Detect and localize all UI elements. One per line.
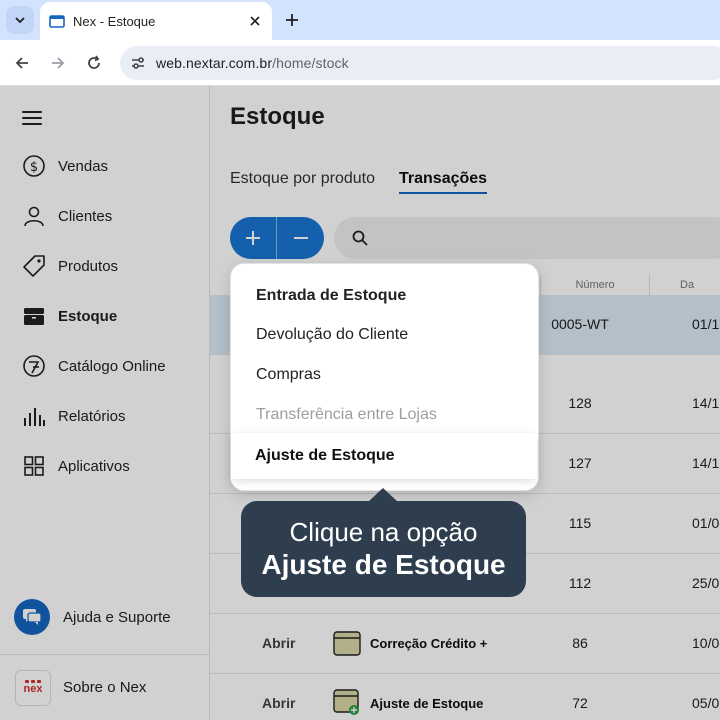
back-button[interactable]	[10, 51, 34, 75]
reload-button[interactable]	[82, 51, 106, 75]
address-bar[interactable]: web.nextar.com.br/home/stock	[120, 46, 720, 80]
tab-title: Nex - Estoque	[73, 13, 156, 29]
browser-tab[interactable]: Nex - Estoque	[40, 2, 272, 40]
forward-button[interactable]	[46, 51, 70, 75]
arrow-right-icon	[52, 57, 65, 69]
menu-item-devolucao[interactable]: Devolução do Cliente	[231, 315, 538, 355]
close-icon[interactable]	[244, 10, 266, 32]
menu-item-compras[interactable]: Compras	[231, 355, 538, 395]
nex-favicon-icon	[49, 14, 65, 28]
arrow-left-icon	[15, 57, 28, 69]
tooltip-arrow	[368, 488, 398, 502]
tooltip-line-2: Ajuste de Estoque	[261, 549, 506, 580]
browser-toolbar: web.nextar.com.br/home/stock	[0, 40, 720, 86]
tune-icon[interactable]	[128, 53, 148, 73]
chevron-down-icon	[15, 17, 25, 24]
reload-icon	[88, 55, 100, 69]
browser-tab-bar: Nex - Estoque	[0, 0, 720, 40]
tab-search-button[interactable]	[6, 6, 34, 34]
plus-icon	[286, 14, 298, 26]
menu-item-ajuste-de-estoque[interactable]: Ajuste de Estoque	[233, 435, 535, 477]
menu-item-transferencia: Transferência entre Lojas	[256, 406, 437, 423]
new-tab-button[interactable]	[280, 8, 304, 32]
url-path: /home/stock	[272, 55, 349, 71]
menu-header: Entrada de Estoque	[256, 287, 407, 304]
url-text: web.nextar.com.br/home/stock	[156, 55, 349, 71]
url-host: web.nextar.com.br	[156, 55, 273, 71]
tooltip-line-1: Clique na opção	[289, 517, 478, 547]
tutorial-tooltip: Clique na opção Ajuste de Estoque	[241, 501, 526, 597]
